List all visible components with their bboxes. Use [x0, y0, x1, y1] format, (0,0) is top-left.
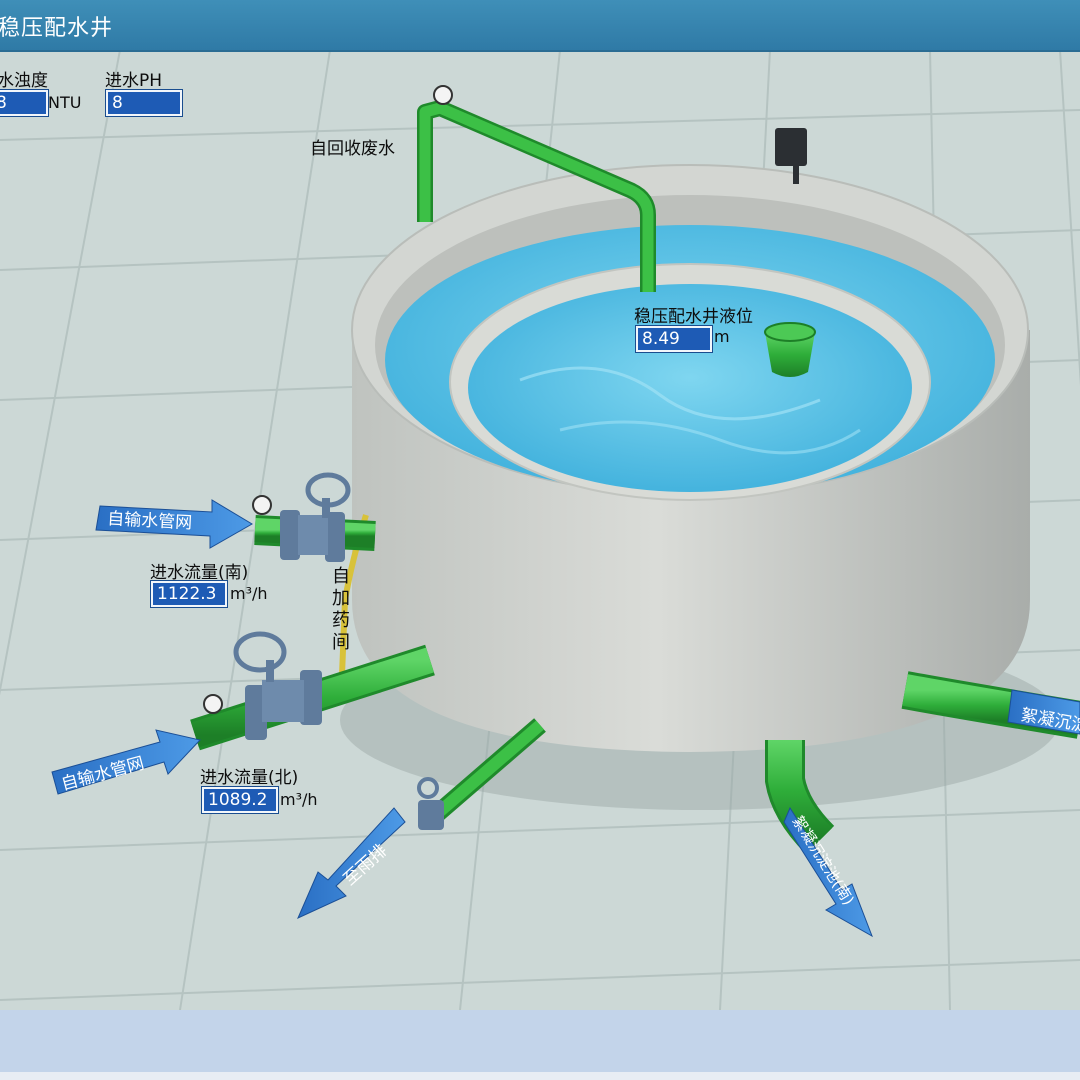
flow-south-unit: m³/h [230, 584, 268, 603]
level-value: 8.49 [636, 326, 712, 352]
flow-north-value: 1089.2 [202, 787, 278, 813]
window-title: 稳压配水井 [0, 16, 114, 41]
level-label: 稳压配水井液位 [634, 307, 753, 327]
ph-value: 8 [106, 90, 182, 116]
flow-north-label: 进水流量(北) [200, 768, 299, 788]
flow-south-label: 进水流量(南) [150, 563, 249, 583]
gauge-icon [203, 694, 223, 714]
turbidity-label: 水浊度 [0, 71, 48, 91]
gauge-icon [252, 495, 272, 515]
ph-label: 进水PH [105, 71, 163, 91]
turbidity-value: 8 [0, 90, 48, 116]
bottom-bar [0, 1010, 1080, 1072]
recycle-label: 自回收废水 [310, 139, 395, 159]
dosing-label: 自加药间 [332, 566, 350, 653]
turbidity-unit: NTU [48, 93, 82, 112]
overflow-bucket [764, 322, 816, 377]
flow-south-value: 1122.3 [151, 581, 227, 607]
plant-scene: 自输水管网 自输水管网 至雨排 絮凝沉淀 絮凝沉淀池(南) [0, 49, 1080, 1011]
level-unit: m [714, 327, 730, 346]
gauge-icon [433, 85, 453, 105]
bottom-strip [0, 1072, 1080, 1080]
flow-north-unit: m³/h [280, 790, 318, 809]
title-bar: 稳压配水井 [0, 0, 1080, 52]
